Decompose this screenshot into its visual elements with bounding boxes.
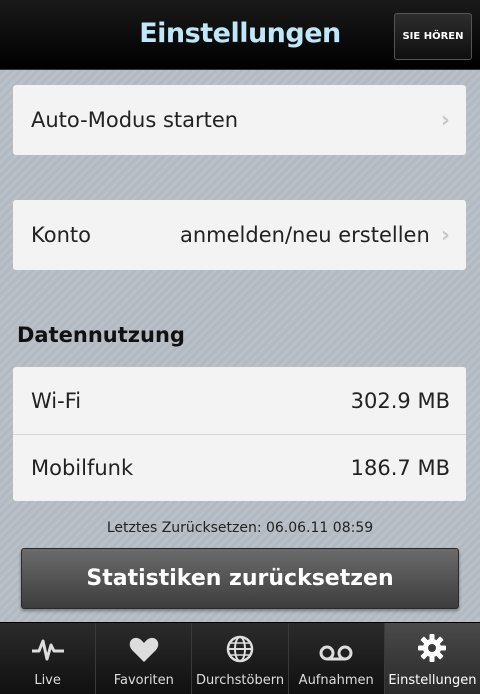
tab-label: Aufnahmen	[298, 673, 374, 688]
usage-label: Mobilfunk	[31, 456, 134, 480]
auto-mode-label: Auto-Modus starten	[31, 108, 239, 132]
chevron-right-icon: ›	[440, 222, 450, 248]
tab-label: Live	[34, 673, 61, 688]
tab-label: Favoriten	[113, 673, 174, 688]
tab-label: Einstellungen	[388, 673, 477, 688]
account-value: anmelden/neu erstellen	[180, 223, 430, 247]
tab-aufnahmen[interactable]: Aufnahmen	[289, 623, 385, 694]
now-listening-button[interactable]: SIE HÖREN	[394, 13, 472, 60]
usage-row-mobile: Mobilfunk 186.7 MB	[13, 434, 466, 501]
tab-bar: Live Favoriten Durchstöbern Aufnahmen Ei…	[0, 622, 480, 694]
usage-row-wifi: Wi-Fi 302.9 MB	[13, 367, 466, 434]
gear-icon	[418, 634, 447, 662]
heart-icon	[129, 637, 159, 662]
top-bar: Einstellungen SIE HÖREN	[0, 0, 480, 70]
reset-statistics-button[interactable]: Statistiken zurücksetzen	[21, 548, 459, 609]
usage-label: Wi-Fi	[31, 388, 82, 413]
pulse-icon	[31, 639, 64, 661]
auto-mode-row[interactable]: Auto-Modus starten ›	[13, 85, 466, 155]
last-reset-text: Letztes Zurücksetzen: 06.06.11 08:59	[106, 520, 374, 536]
data-usage-group: Wi-Fi 302.9 MB Mobilfunk 186.7 MB	[13, 367, 466, 501]
tab-einstellungen[interactable]: Einstellungen	[384, 623, 480, 694]
tab-durchstoebern[interactable]: Durchstöbern	[192, 623, 289, 694]
account-label: Konto	[31, 223, 91, 247]
usage-value: 186.7 MB	[350, 456, 450, 480]
usage-value: 302.9 MB	[350, 388, 450, 413]
tab-favoriten[interactable]: Favoriten	[96, 623, 193, 694]
voicemail-icon	[319, 645, 353, 661]
globe-icon	[226, 635, 254, 663]
chevron-right-icon: ›	[440, 107, 450, 133]
data-usage-heading: Datennutzung	[17, 323, 185, 347]
tab-live[interactable]: Live	[0, 623, 97, 694]
account-row[interactable]: Konto anmelden/neu erstellen ›	[13, 200, 466, 270]
tab-label: Durchstöbern	[195, 673, 285, 688]
